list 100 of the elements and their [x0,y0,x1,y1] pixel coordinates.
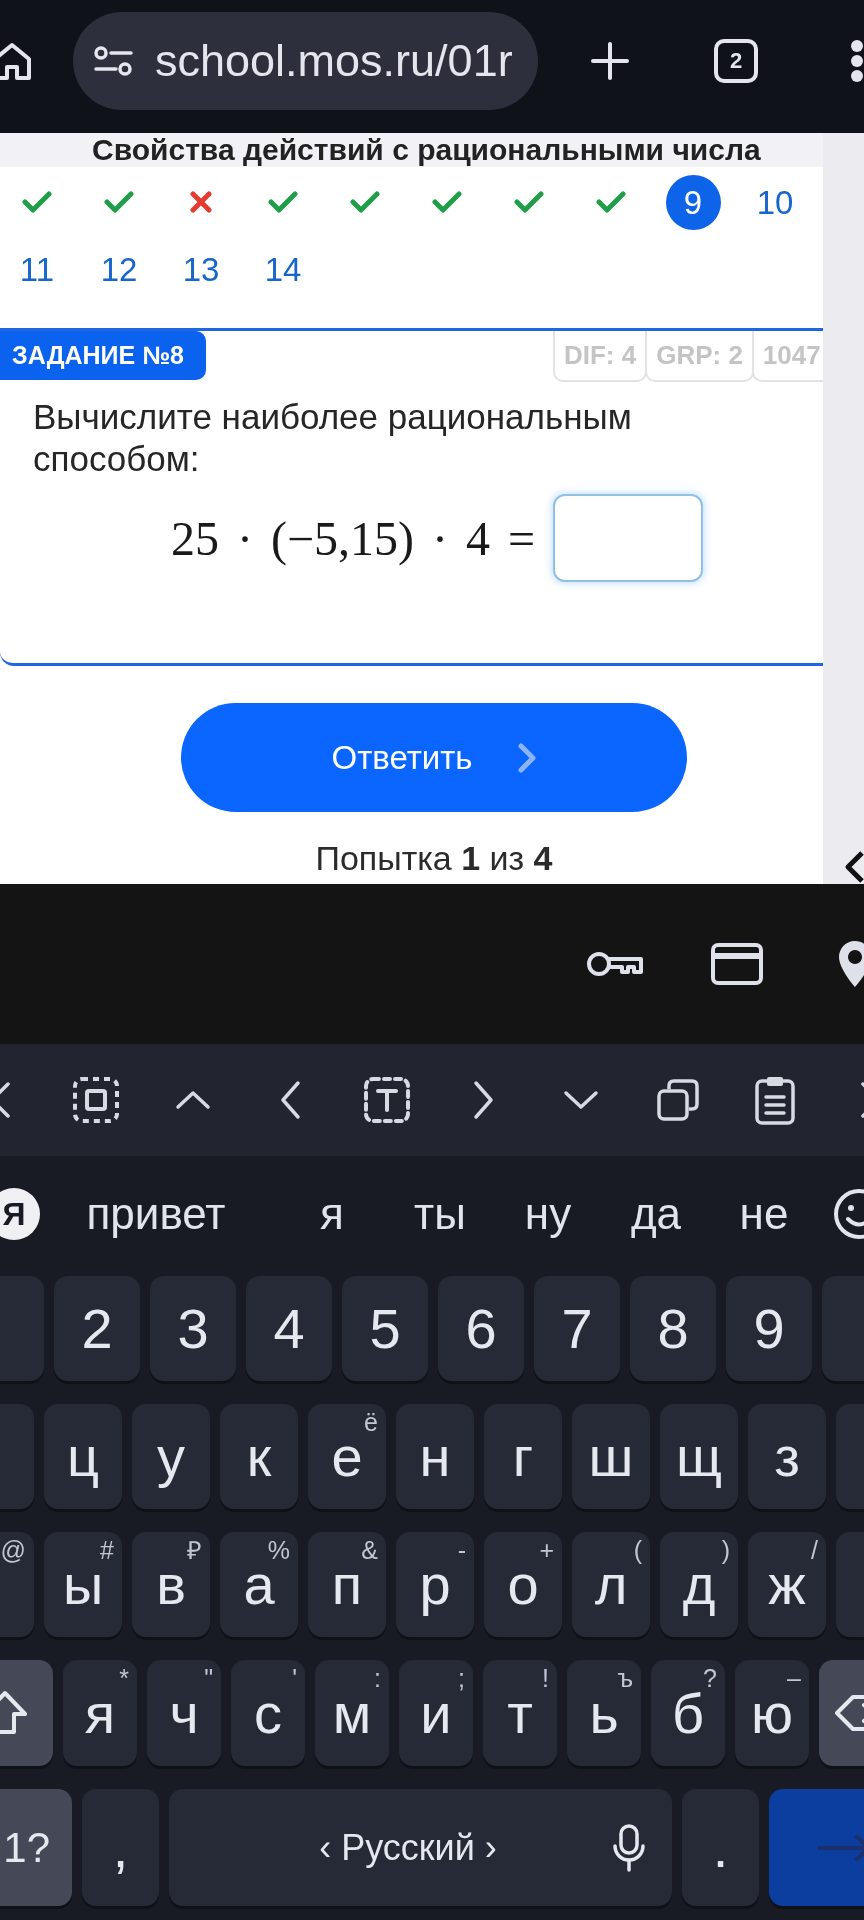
check-icon[interactable] [350,190,380,214]
key-icon[interactable] [586,950,644,978]
keyboard-key[interactable]: ы # [44,1532,122,1637]
keyboard-key[interactable]: 7 [534,1276,620,1381]
key-hint: + [539,1538,554,1563]
tab-count-button[interactable]: 2 [714,39,758,83]
microphone-icon[interactable] [611,1823,647,1872]
cross-icon[interactable] [190,191,212,213]
keyboard-key[interactable]: с ' [231,1660,305,1766]
task-number-button[interactable]: 13 [182,252,220,286]
keyboard-key[interactable]: г [484,1404,562,1509]
key-hint: @ [0,1538,26,1563]
url-text: school.mos.ru/01r [155,35,513,87]
keyboard-key[interactable]: 9 [726,1276,812,1381]
keyboard-key[interactable]: з [748,1404,826,1509]
key-hint: # [100,1538,114,1563]
suggestion-word[interactable]: ну [524,1189,572,1239]
keyboard-key[interactable]: н [396,1404,474,1509]
keyboard-key[interactable]: ж / [748,1532,826,1637]
more-menu-icon[interactable] [850,39,864,83]
check-icon[interactable] [104,190,134,214]
keyboard-key[interactable]: о + [484,1532,562,1637]
keyboard-key[interactable]: @ [0,1532,34,1637]
keyboard-key[interactable]: ш [572,1404,650,1509]
keyboard-key[interactable]: 3 [150,1276,236,1381]
space-key[interactable]: ‹ Русский › [169,1789,672,1906]
home-icon[interactable] [0,40,33,82]
address-bar[interactable]: school.mos.ru/01r [73,12,538,110]
chevron-left-icon[interactable] [844,850,864,884]
check-icon[interactable] [432,190,462,214]
logo-badge[interactable]: Я [0,1188,40,1240]
sliders-icon[interactable] [94,46,133,76]
task-number-button[interactable]: 9 [665,174,721,230]
keyboard-key[interactable]: у [132,1404,210,1509]
plus-icon[interactable] [590,41,630,81]
clipboard-icon[interactable] [753,1075,796,1125]
location-pin-icon[interactable] [837,939,864,989]
key-hint: ъ [617,1666,633,1691]
chevron-right-icon[interactable] [472,1080,495,1120]
key-hint: ! [542,1666,549,1691]
keyboard-key[interactable]: д ) [660,1532,738,1637]
keyboard-key[interactable]: 4 [246,1276,332,1381]
check-icon[interactable] [514,190,544,214]
submit-button[interactable]: Ответить [181,703,687,812]
keyboard-key[interactable]: м : [315,1660,389,1766]
credit-card-icon[interactable] [711,943,763,985]
answer-field[interactable] [553,494,704,582]
keyboard-key[interactable]: я * [63,1660,137,1766]
chevron-down-icon[interactable] [562,1090,599,1110]
keyboard-key[interactable]: р - [396,1532,474,1637]
keyboard-key[interactable]: в ₽ [132,1532,210,1637]
chevron-right-icon [516,741,537,774]
keyboard-key[interactable]: л ( [572,1532,650,1637]
key-hint: ? [703,1666,717,1691]
copy-icon[interactable] [656,1079,699,1121]
keyboard-key[interactable]: ю – [735,1660,809,1766]
keyboard-key[interactable]: , [82,1789,159,1906]
suggestion-word[interactable]: привет [86,1189,226,1239]
key-hint: / [811,1538,818,1563]
task-badge: ЗАДАНИЕ №8 [0,331,206,380]
suggestion-word[interactable]: не [739,1189,789,1239]
keyboard-key[interactable]: и ; [399,1660,473,1766]
key-hint: ( [633,1538,642,1563]
suggestion-word[interactable]: ты [414,1189,466,1239]
keyboard-key[interactable]: п & [308,1532,386,1637]
key-hint: - [457,1538,466,1563]
keyboard-key[interactable]: ч " [147,1660,221,1766]
check-icon[interactable] [22,190,52,214]
key-hint: " [204,1666,213,1691]
key-hint: & [361,1538,378,1563]
symbols-key[interactable]: 1? [0,1789,72,1906]
task-number-button[interactable]: 10 [756,185,794,219]
check-icon[interactable] [268,190,298,214]
keyboard-key[interactable]: 5 [342,1276,428,1381]
task-number-button[interactable]: 11 [19,252,55,286]
task-number-button[interactable]: 14 [264,252,302,286]
keyboard-key[interactable]: щ [660,1404,738,1509]
check-icon[interactable] [596,190,626,214]
keyboard-key[interactable]: . [682,1789,759,1906]
suggestion-word[interactable]: я [320,1189,344,1239]
task-number-button[interactable]: 12 [100,252,138,286]
text-select-icon[interactable] [363,1077,410,1123]
key-hint: * [119,1666,129,1691]
attempt-counter: Попытка 1 из 4 [315,838,553,878]
question-text: Вычислите наиболее рациональным способом: [33,396,633,480]
task-tag: DIF: 4 [552,331,648,382]
keyboard-key[interactable]: ц [44,1404,122,1509]
chevron-left-icon[interactable] [278,1080,301,1120]
keyboard-key[interactable]: т ! [483,1660,557,1766]
keyboard-key[interactable]: 2 [54,1276,140,1381]
key-hint: % [267,1538,290,1563]
dashed-square-icon[interactable] [72,1077,119,1123]
keyboard-key[interactable]: 6 [438,1276,524,1381]
keyboard-key[interactable]: а % [220,1532,298,1637]
keyboard-key[interactable]: 8 [630,1276,716,1381]
keyboard-key[interactable]: б ? [651,1660,725,1766]
page-heading: Свойства действий с рациональными числа [92,133,761,167]
suggestion-word[interactable]: да [630,1189,682,1239]
chevron-up-icon[interactable] [174,1090,211,1110]
keyboard-key[interactable]: к [220,1404,298,1509]
